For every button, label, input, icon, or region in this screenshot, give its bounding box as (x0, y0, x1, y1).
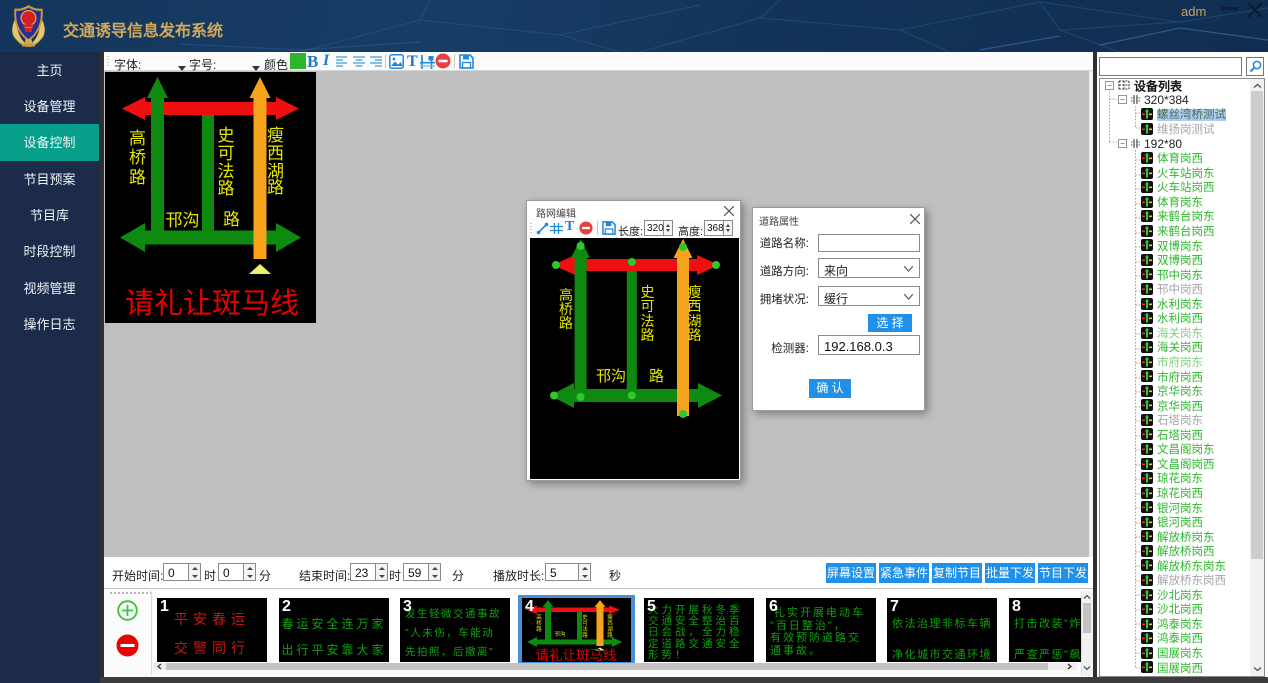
svg-text:西: 西 (267, 144, 284, 163)
svg-text:瘦: 瘦 (267, 126, 284, 145)
svg-text:路: 路 (267, 178, 284, 197)
svg-text:路: 路 (129, 168, 146, 187)
svg-text:桥: 桥 (536, 619, 542, 627)
svg-text:路: 路 (536, 625, 542, 633)
svg-text:可: 可 (218, 144, 235, 163)
svg-text:路: 路 (582, 631, 588, 639)
svg-text:请礼让斑马线: 请礼让斑马线 (125, 287, 299, 320)
svg-text:路: 路 (641, 327, 655, 343)
svg-text:邗沟: 邗沟 (596, 368, 626, 385)
svg-text:邗沟: 邗沟 (166, 211, 200, 230)
svg-text:高: 高 (536, 613, 542, 621)
svg-text:桥: 桥 (129, 148, 146, 167)
svg-text:可: 可 (582, 620, 588, 627)
svg-text:西: 西 (607, 620, 613, 627)
svg-text:路: 路 (559, 315, 573, 331)
svg-text:可: 可 (641, 298, 655, 314)
svg-text:史: 史 (218, 126, 235, 145)
svg-text:史: 史 (582, 613, 588, 621)
svg-text:瘦: 瘦 (607, 613, 613, 621)
svg-text:湖: 湖 (607, 625, 613, 633)
svg-text:路: 路 (688, 327, 702, 343)
svg-text:路: 路 (607, 631, 613, 639)
svg-text:路: 路 (649, 368, 664, 385)
svg-text:路: 路 (223, 210, 240, 229)
svg-text:请礼让斑马线: 请礼让斑马线 (536, 648, 617, 662)
svg-text:法: 法 (582, 625, 588, 633)
svg-text:邗沟: 邗沟 (554, 630, 566, 638)
svg-text:高: 高 (129, 129, 146, 148)
svg-text:西: 西 (688, 298, 702, 314)
svg-text:路: 路 (218, 179, 235, 198)
